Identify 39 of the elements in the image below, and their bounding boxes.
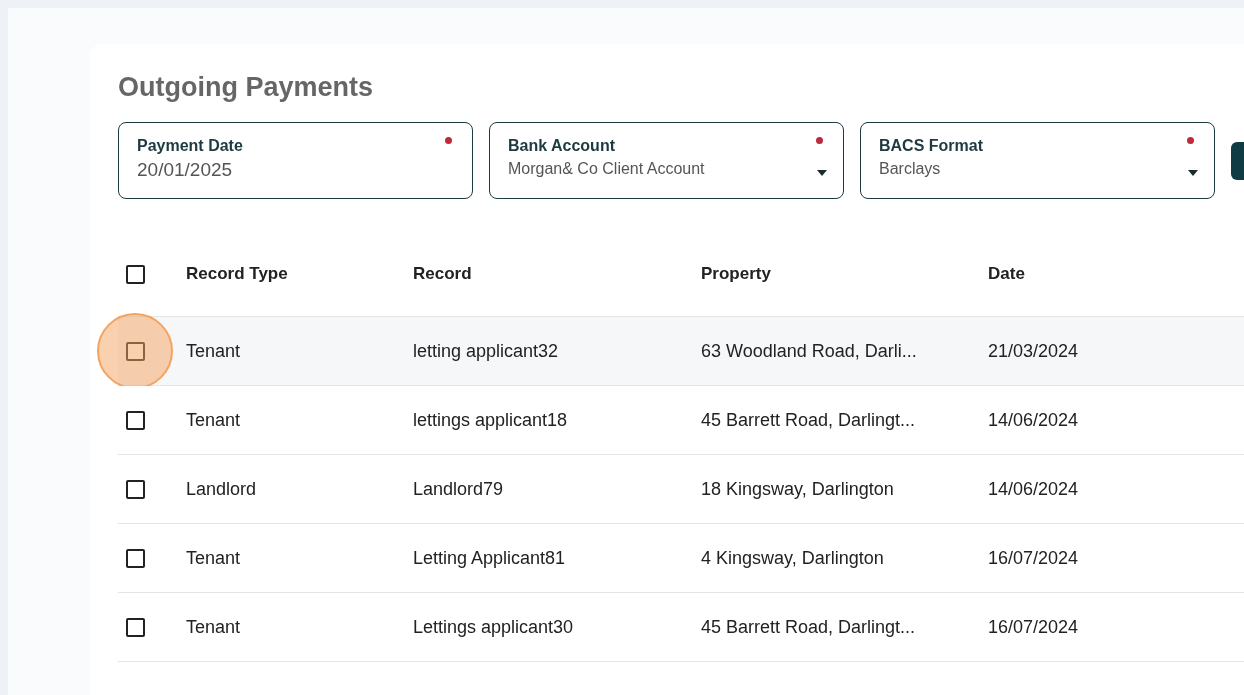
- select-field[interactable]: Bank Account Morgan& Co Client Account: [489, 122, 844, 199]
- checkbox[interactable]: [126, 264, 145, 284]
- column-header[interactable]: Date: [988, 264, 1025, 284]
- table-cell: 18 Kingsway, Darlington: [701, 478, 894, 499]
- table-cell: Tenant: [186, 340, 241, 361]
- table-cell: 63 Woodland Road, Darli...: [701, 340, 917, 361]
- table-cell: 21/03/2024: [988, 340, 1079, 361]
- checkbox[interactable]: [126, 479, 145, 499]
- table-cell: 14/06/2024: [988, 478, 1079, 499]
- table-cell: Lettings applicant30: [413, 616, 574, 637]
- checkbox[interactable]: [126, 341, 145, 361]
- table-cell: 16/07/2024: [988, 616, 1079, 637]
- table-cell: 14/06/2024: [988, 409, 1079, 430]
- checkbox[interactable]: [126, 410, 145, 430]
- table-cell: Landlord79: [413, 478, 504, 499]
- column-header[interactable]: Record: [413, 264, 472, 284]
- table-cell: 45 Barrett Road, Darlingt...: [701, 409, 916, 430]
- column-header[interactable]: Record Type: [186, 264, 288, 284]
- table-cell: 4 Kingsway, Darlington: [701, 547, 884, 568]
- action-button[interactable]: [1231, 141, 1244, 180]
- table-cell: lettings applicant18: [413, 409, 568, 430]
- checkbox[interactable]: [126, 617, 145, 637]
- checkbox[interactable]: [126, 548, 145, 568]
- caret-icon: [1188, 170, 1198, 176]
- caret-icon: [817, 170, 827, 176]
- table-row[interactable]: Tenant lettings applicant18 45 Barrett Road, Darlingt... 14/06/2024: [118, 386, 1244, 455]
- select-field[interactable]: BACS Format Barclays: [860, 122, 1215, 199]
- table-cell: 45 Barrett Road, Darlingt...: [701, 616, 916, 637]
- table-cell: Landlord: [186, 478, 257, 499]
- table-cell: Letting Applicant81: [413, 547, 566, 568]
- column-header[interactable]: Property: [701, 264, 771, 284]
- table-cell: Tenant: [186, 547, 241, 568]
- page-title: Outgoing Payments: [118, 71, 374, 104]
- table-cell: 16/07/2024: [988, 547, 1079, 568]
- table-cell: letting applicant32: [413, 340, 559, 361]
- table-cell: Tenant: [186, 616, 241, 637]
- table-row[interactable]: Tenant letting applicant32 63 Woodland Road, Darli... 21/03/2024: [118, 317, 1244, 386]
- date-field[interactable]: Payment Date 20/01/2025: [118, 122, 473, 199]
- table-cell: Tenant: [186, 409, 241, 430]
